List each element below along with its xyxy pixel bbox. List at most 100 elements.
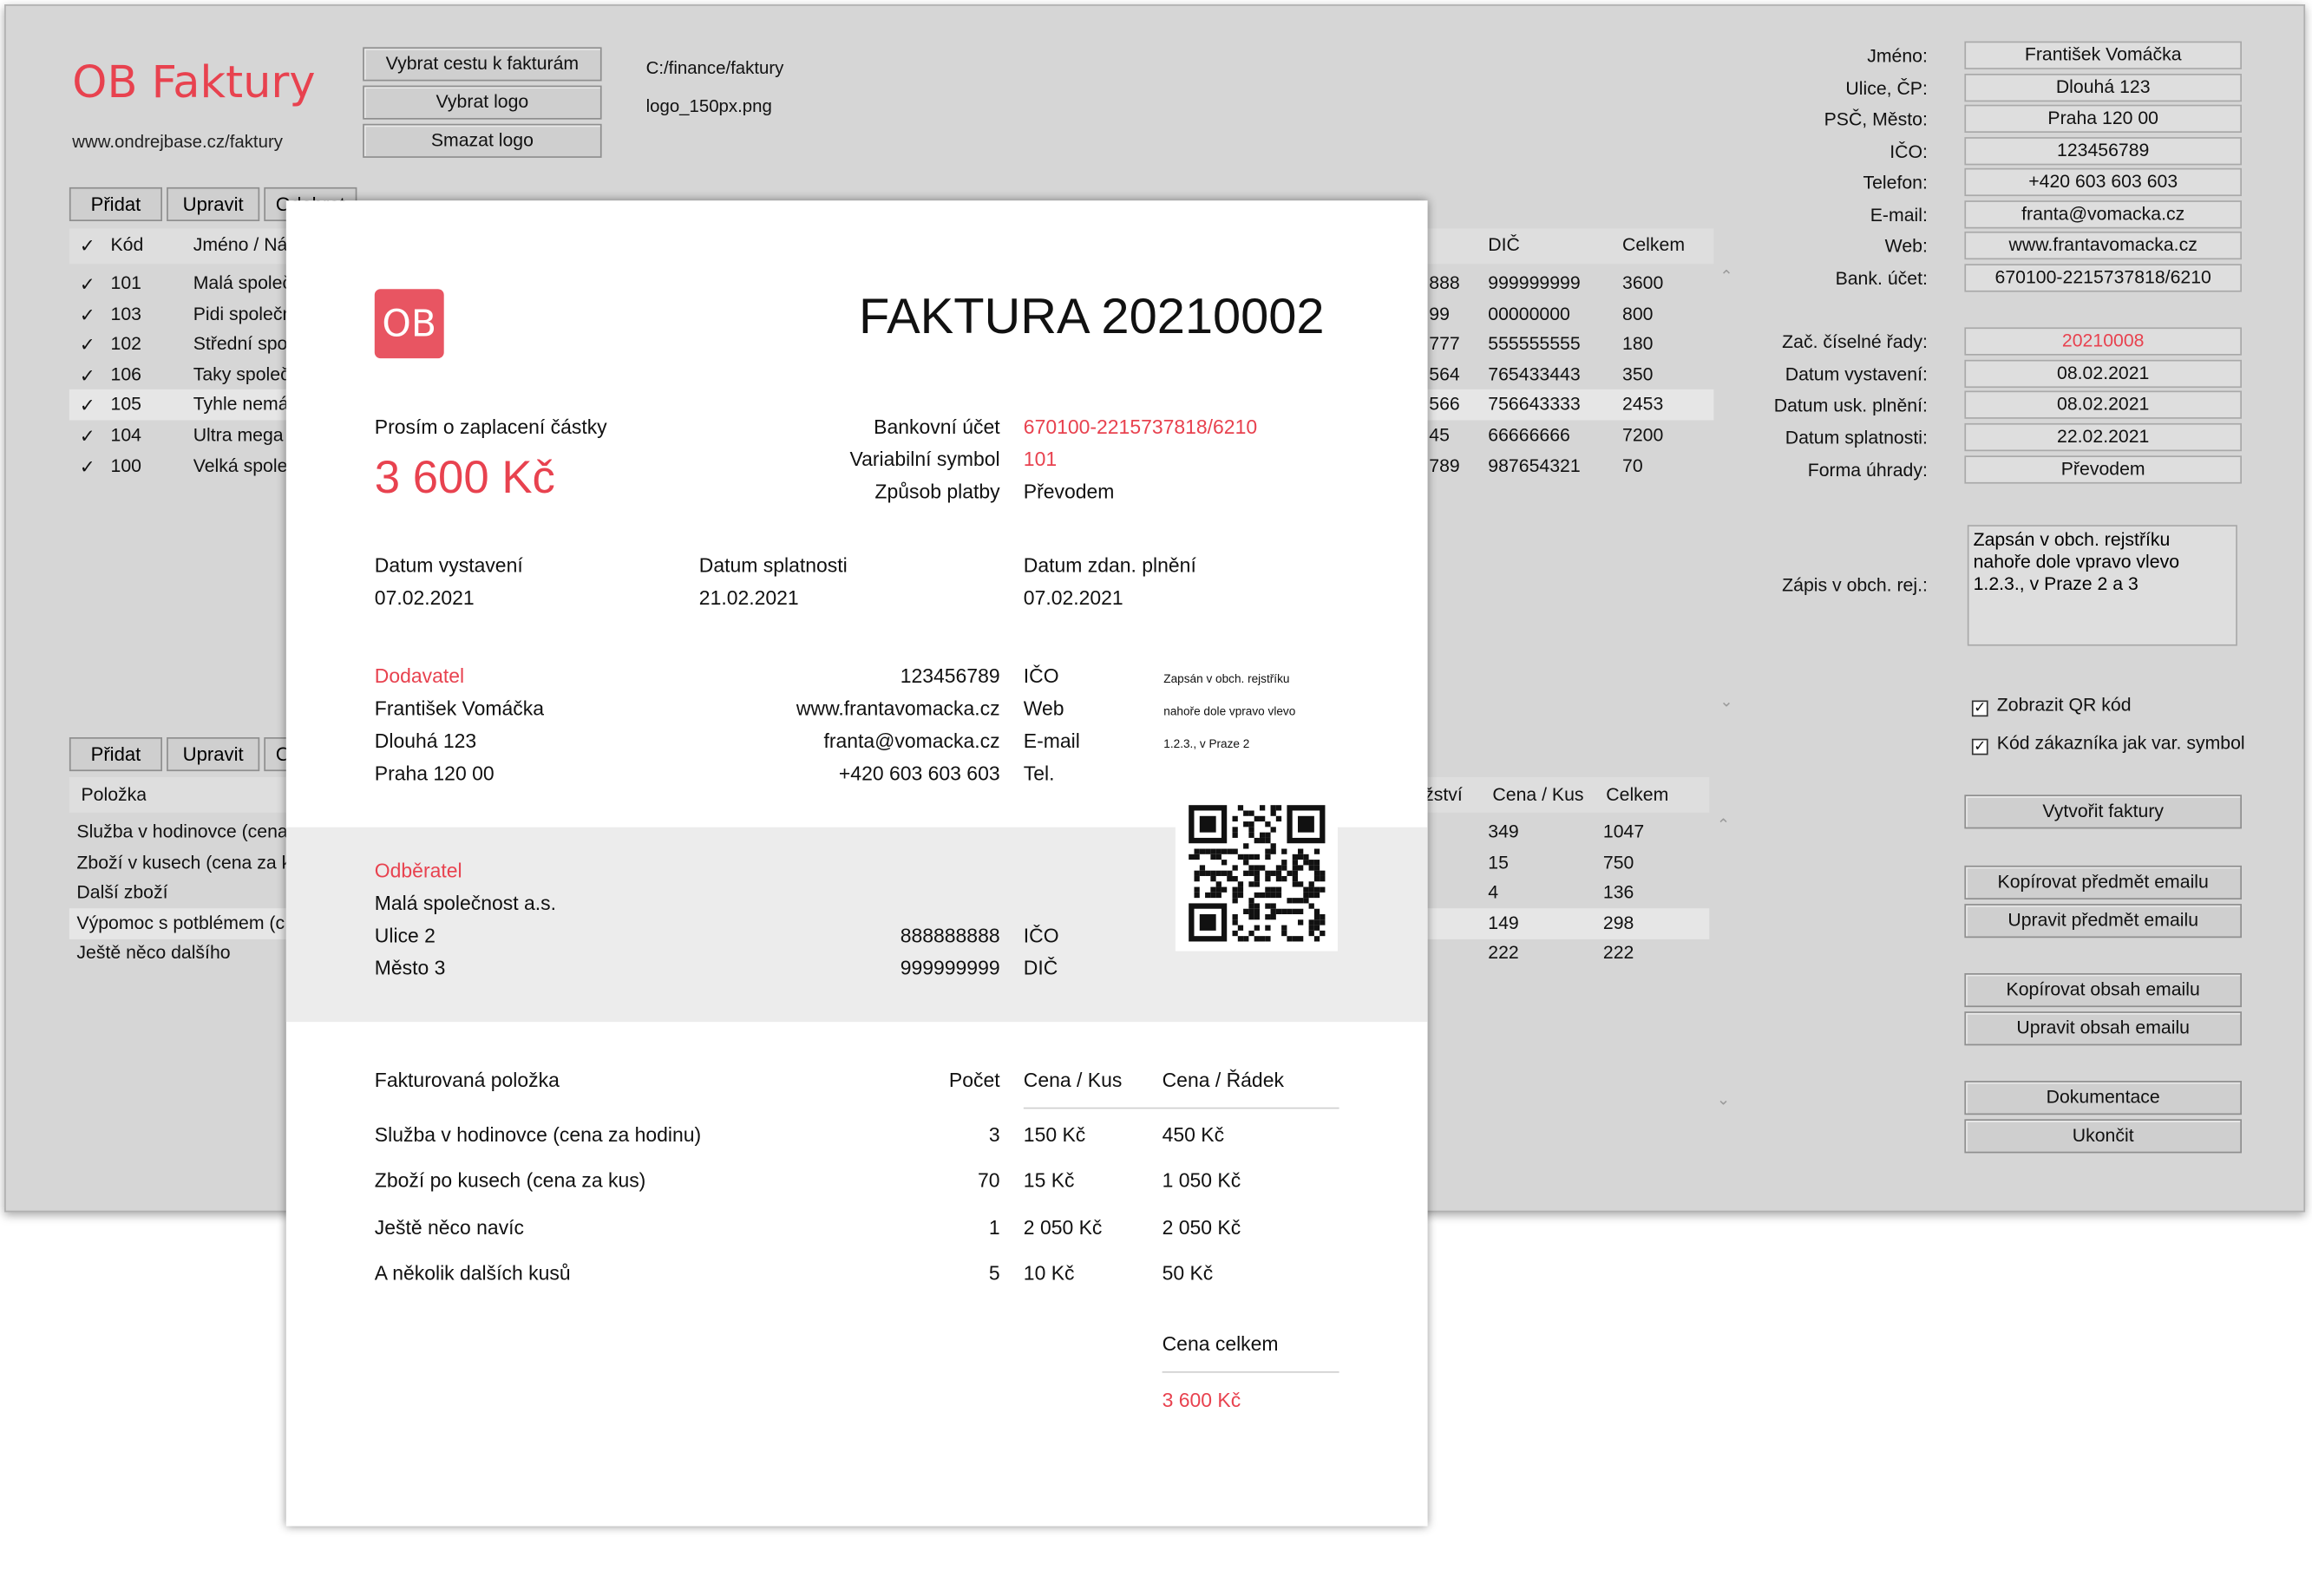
cell-dic: 999999999: [1488, 272, 1581, 294]
invoice-row-qty: 5: [988, 1262, 1000, 1285]
cell-code: 103: [110, 303, 141, 324]
cell-name: Ultra mega: [193, 424, 284, 446]
supplier-email-label: E-mail: [1023, 729, 1080, 753]
table-h-item: Fakturovaná položka: [374, 1069, 560, 1092]
customer-add-button[interactable]: Přidat: [69, 186, 162, 221]
scroll-down-icon[interactable]: ⌄: [1719, 691, 1733, 710]
label-series: Zač. číselné řady:: [1782, 331, 1928, 353]
supplier-email: franta@vomacka.cz: [823, 729, 1000, 753]
email-field[interactable]: franta@vomacka.cz: [1964, 200, 2242, 229]
customer-code-vs-checkbox[interactable]: ✓ Kód zákazníka jak var. symbol: [1971, 732, 2245, 755]
cell-code: 101: [110, 272, 141, 294]
web-field[interactable]: www.frantavomacka.cz: [1964, 231, 2242, 260]
issued-field[interactable]: 08.02.2021: [1964, 359, 2242, 389]
edit-subject-button[interactable]: Upravit předmět emailu: [1964, 904, 2242, 939]
street-field[interactable]: Dlouhá 123: [1964, 74, 2242, 102]
col-dic[interactable]: DIČ: [1488, 234, 1520, 255]
delete-logo-button[interactable]: Smazat logo: [363, 123, 602, 158]
cell-check: ✓: [79, 426, 95, 448]
items-scroll-up-icon[interactable]: ⌃: [1717, 815, 1731, 834]
label-ico: IČO:: [1890, 141, 1928, 162]
cell-total: 180: [1622, 333, 1654, 355]
create-invoice-button[interactable]: Vytvořit faktury: [1964, 795, 2242, 829]
bank-field[interactable]: 670100-2215737818/6210: [1964, 264, 2242, 292]
register-line-1: Zapsán v obch. rejstříku: [1163, 672, 1290, 686]
label-street: Ulice, ČP:: [1845, 78, 1928, 99]
item-edit-button[interactable]: Upravit: [167, 737, 260, 772]
cell-total: 3600: [1622, 272, 1664, 294]
col-total[interactable]: Celkem: [1622, 234, 1685, 255]
name-field[interactable]: František Vomáčka: [1964, 41, 2242, 69]
label-phone: Telefon:: [1863, 172, 1928, 193]
cell-name: Tyhle nemár: [193, 394, 295, 415]
choose-path-button[interactable]: Vybrat cestu k fakturám: [363, 47, 602, 82]
items-scroll-down-icon[interactable]: ⌄: [1717, 1089, 1731, 1109]
customer-code-vs-label: Kód zákazníka jak var. symbol: [1996, 732, 2245, 754]
taxable-field[interactable]: 08.02.2021: [1964, 390, 2242, 419]
col-code[interactable]: Kód: [111, 234, 144, 255]
docs-button[interactable]: Dokumentace: [1964, 1081, 2242, 1115]
cell-name: Velká spole: [193, 455, 288, 476]
col-name[interactable]: Jméno / Ná: [193, 234, 288, 255]
item-total: 136: [1602, 881, 1634, 903]
cell-dic: 987654321: [1488, 455, 1581, 476]
cell-ico: 789: [1429, 455, 1460, 476]
invoice-row-qty: 1: [988, 1216, 1000, 1239]
item-add-button[interactable]: Přidat: [69, 737, 162, 772]
item-total: 298: [1602, 912, 1634, 933]
show-qr-checkbox[interactable]: ✓ Zobrazit QR kód: [1971, 695, 2132, 717]
ico-field[interactable]: 123456789: [1964, 137, 2242, 166]
register-textarea[interactable]: Zapsán v obch. rejstříku nahoře dole vpr…: [1967, 525, 2237, 646]
invoice-row-price: 10 Kč: [1023, 1262, 1075, 1285]
cell-check: ✓: [79, 456, 95, 478]
method-value: Převodem: [1023, 481, 1115, 503]
copy-body-button[interactable]: Kopírovat obsah emailu: [1964, 973, 2242, 1008]
invoice-row-item: A několik dalších kusů: [374, 1262, 571, 1285]
quit-button[interactable]: Ukončit: [1964, 1119, 2242, 1154]
edit-body-button[interactable]: Upravit obsah emailu: [1964, 1011, 2242, 1046]
total-value: 3 600 Kč: [1162, 1389, 1241, 1411]
series-field[interactable]: 20210008: [1964, 327, 2242, 356]
register-line-2: nahoře dole vpravo vlevo: [1163, 704, 1296, 718]
supplier-phone-label: Tel.: [1023, 762, 1055, 785]
customer-ico-label: IČO: [1023, 924, 1059, 947]
supplier-web: www.frantavomacka.cz: [796, 697, 1000, 720]
label-bank: Bank. účet:: [1835, 268, 1928, 290]
issued-value: 07.02.2021: [374, 586, 475, 610]
label-city: PSČ, Město:: [1824, 108, 1928, 130]
cell-code: 106: [110, 363, 141, 385]
phone-field[interactable]: +420 603 603 603: [1964, 167, 2242, 197]
invoice-row-qty: 70: [978, 1169, 1000, 1193]
checkbox-check-icon[interactable]: ✓: [1971, 700, 1988, 717]
label-issued: Datum vystavení:: [1785, 363, 1928, 385]
city-field[interactable]: Praha 120 00: [1964, 104, 2242, 133]
item-total: 1047: [1602, 821, 1645, 842]
checkbox-check-icon[interactable]: ✓: [1971, 738, 1988, 755]
vs-value: 101: [1023, 448, 1058, 471]
cell-ico: 99: [1429, 303, 1450, 324]
due-field[interactable]: 22.02.2021: [1964, 422, 2242, 452]
customer-heading: Odběratel: [374, 860, 462, 882]
taxable-label: Datum zdan. plnění: [1023, 554, 1196, 577]
supplier-heading: Dodavatel: [374, 664, 465, 688]
item-name: Další zboží: [76, 881, 168, 903]
payment-field[interactable]: Převodem: [1964, 455, 2242, 484]
choose-logo-button[interactable]: Vybrat logo: [363, 85, 602, 120]
invoice-title: FAKTURA 20210002: [858, 289, 1325, 345]
col-price[interactable]: Cena / Kus: [1492, 784, 1583, 805]
cell-code: 104: [110, 424, 141, 446]
invoice-preview: OB FAKTURA 20210002 Prosím o zaplacení č…: [285, 200, 1428, 1527]
app-url[interactable]: www.ondrejbase.cz/faktury: [72, 131, 283, 152]
scroll-up-icon[interactable]: ⌃: [1719, 267, 1733, 285]
cell-name: Taky společ: [193, 363, 290, 385]
col-item-total[interactable]: Celkem: [1606, 784, 1668, 805]
customer-edit-button[interactable]: Upravit: [167, 186, 260, 221]
copy-subject-button[interactable]: Kopírovat předmět emailu: [1964, 865, 2242, 899]
customer-dic: 999999999: [900, 957, 1000, 979]
col-item[interactable]: Položka: [82, 784, 147, 805]
form-labels: Jméno: Ulice, ČP: PSČ, Město: IČO: Telef…: [1746, 6, 1928, 493]
total-divider: [1162, 1371, 1339, 1373]
table-h-row: Cena / Řádek: [1162, 1069, 1284, 1092]
col-check[interactable]: ✓: [80, 234, 95, 257]
invoice-row-item: Zboží po kusech (cena za kus): [374, 1169, 646, 1193]
